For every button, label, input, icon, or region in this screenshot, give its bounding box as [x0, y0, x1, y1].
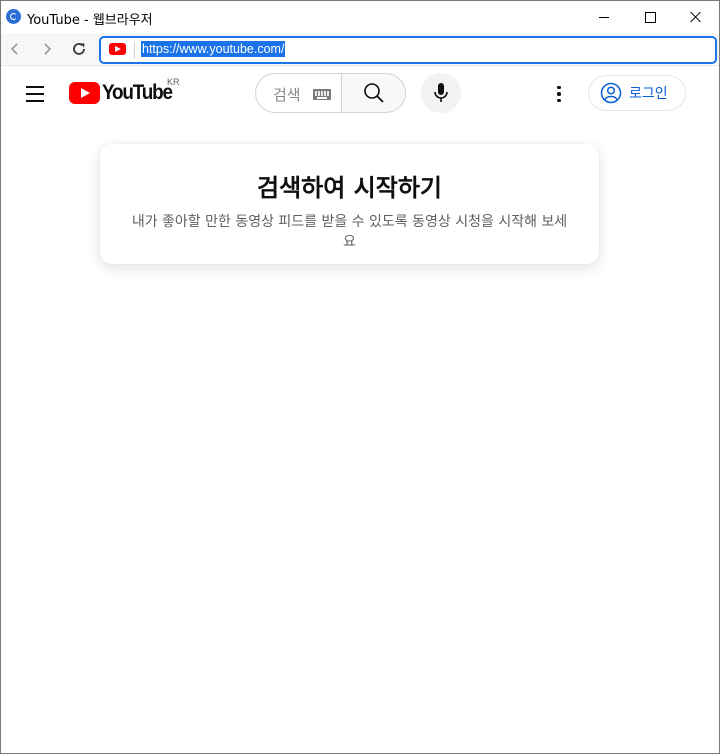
search-icon: [363, 83, 384, 103]
search-input[interactable]: 검색: [255, 73, 342, 113]
back-button[interactable]: [3, 37, 27, 61]
window-title: YouTube - 웹브라우저: [27, 13, 153, 28]
close-icon: [690, 11, 702, 23]
reload-button[interactable]: [67, 37, 91, 61]
minimize-icon: [599, 16, 609, 18]
more-vertical-icon: [557, 85, 561, 90]
search-placeholder: 검색: [273, 86, 301, 104]
settings-more-button[interactable]: [539, 74, 579, 114]
sign-in-button[interactable]: 로그인: [588, 75, 686, 111]
back-icon: [10, 43, 18, 55]
close-button[interactable]: [673, 1, 719, 33]
forward-icon: [44, 43, 52, 55]
reload-icon: [73, 43, 85, 55]
hamburger-icon: [26, 86, 44, 88]
browser-window: YouTube - 웹브라우저 https://www.youtube.com/…: [0, 0, 720, 754]
youtube-favicon-icon: [109, 43, 126, 55]
search-button[interactable]: [341, 73, 406, 113]
maximize-icon: [644, 11, 656, 23]
title-bar: YouTube - 웹브라우저: [1, 1, 719, 33]
guide-menu-button[interactable]: [15, 74, 55, 114]
browser-app-icon: [6, 9, 21, 24]
get-started-card: 검색하여 시작하기 내가 좋아할 만한 동영상 피드를 받을 수 있도록 동영상…: [100, 144, 599, 264]
youtube-wordmark: YouTube: [102, 81, 173, 104]
youtube-masthead: YouTube KR 검색 로그인: [1, 66, 719, 122]
forward-button[interactable]: [35, 37, 59, 61]
keyboard-icon[interactable]: [313, 89, 331, 100]
address-separator: [134, 41, 135, 59]
microphone-icon: [434, 83, 448, 102]
card-description: 내가 좋아할 만한 동영상 피드를 받을 수 있도록 동영상 시청을 시작해 보…: [131, 214, 568, 250]
youtube-logo[interactable]: YouTube: [69, 80, 180, 106]
card-title: 검색하여 시작하기: [257, 174, 442, 202]
maximize-button[interactable]: [627, 1, 673, 33]
youtube-play-logo-icon: [69, 82, 100, 104]
navigation-bar: https://www.youtube.com/: [1, 33, 719, 66]
country-code: KR: [167, 77, 180, 87]
account-circle-icon: [600, 82, 622, 104]
address-bar[interactable]: https://www.youtube.com/: [99, 36, 717, 64]
voice-search-button[interactable]: [421, 73, 461, 113]
minimize-button[interactable]: [581, 1, 627, 33]
address-url[interactable]: https://www.youtube.com/: [141, 41, 286, 57]
sign-in-label: 로그인: [629, 86, 668, 102]
